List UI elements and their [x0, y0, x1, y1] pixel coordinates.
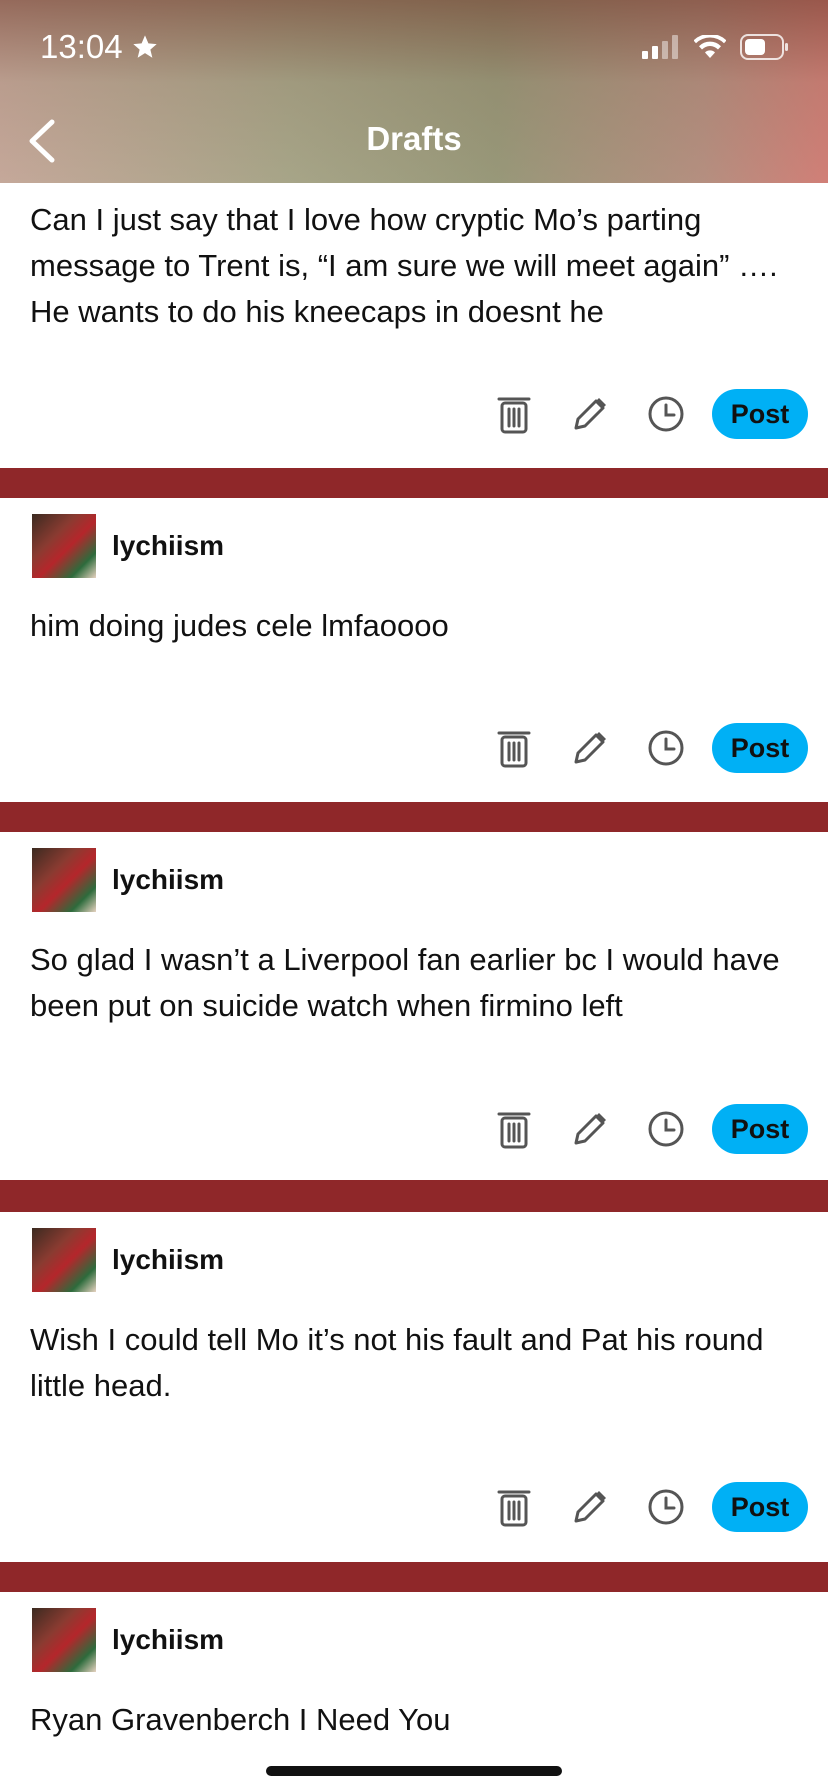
draft-text[interactable]: Can I just say that I love how cryptic M… — [30, 197, 788, 335]
avatar[interactable] — [32, 514, 96, 578]
wifi-icon — [694, 35, 726, 58]
delete-button[interactable] — [476, 388, 552, 440]
clock-icon — [648, 730, 684, 766]
nav-header: 13:04 Drafts — [0, 0, 828, 183]
pencil-icon — [574, 1113, 606, 1145]
signal-icon — [642, 35, 678, 59]
trash-icon — [497, 1112, 531, 1149]
username[interactable]: lychiism — [112, 864, 224, 896]
post-button[interactable]: Post — [712, 723, 808, 773]
draft-card: Can I just say that I love how cryptic M… — [0, 183, 828, 468]
delete-button[interactable] — [476, 722, 552, 774]
username[interactable]: lychiism — [112, 1244, 224, 1276]
avatar[interactable] — [32, 1608, 96, 1672]
clock-icon — [648, 1489, 684, 1525]
status-time-text: 13:04 — [40, 28, 123, 65]
draft-card: lychiism Wish I could tell Mo it’s not h… — [0, 1212, 828, 1562]
clock-icon — [648, 396, 684, 432]
delete-button[interactable] — [476, 1103, 552, 1155]
schedule-button[interactable] — [628, 722, 704, 774]
avatar[interactable] — [32, 848, 96, 912]
draft-text[interactable]: Ryan Gravenberch I Need You — [30, 1697, 788, 1743]
draft-actions: Post — [476, 388, 808, 440]
username[interactable]: lychiism — [112, 530, 224, 562]
trash-icon — [497, 731, 531, 768]
post-button[interactable]: Post — [712, 1104, 808, 1154]
edit-button[interactable] — [552, 1103, 628, 1155]
draft-card: lychiism Ryan Gravenberch I Need You — [0, 1592, 828, 1792]
schedule-button[interactable] — [628, 1481, 704, 1533]
pencil-icon — [574, 1491, 606, 1523]
post-button[interactable]: Post — [712, 389, 808, 439]
draft-card: lychiism him doing judes cele lmfaoooo P… — [0, 498, 828, 802]
edit-button[interactable] — [552, 722, 628, 774]
draft-actions: Post — [476, 722, 808, 774]
trash-icon — [497, 1490, 531, 1527]
page-title: Drafts — [366, 120, 462, 157]
draft-text[interactable]: So glad I wasn’t a Liverpool fan earlier… — [30, 937, 788, 1029]
status-time: 13:04 — [40, 28, 159, 66]
pencil-icon — [574, 398, 606, 430]
edit-button[interactable] — [552, 388, 628, 440]
delete-button[interactable] — [476, 1481, 552, 1533]
post-button[interactable]: Post — [712, 1482, 808, 1532]
trash-icon — [497, 397, 531, 434]
username[interactable]: lychiism — [112, 1624, 224, 1656]
battery-icon — [740, 34, 788, 60]
clock-icon — [648, 1111, 684, 1147]
draft-text[interactable]: him doing judes cele lmfaoooo — [30, 603, 788, 649]
schedule-button[interactable] — [628, 388, 704, 440]
home-indicator[interactable] — [266, 1766, 562, 1776]
draft-actions: Post — [476, 1481, 808, 1533]
avatar[interactable] — [32, 1228, 96, 1292]
schedule-button[interactable] — [628, 1103, 704, 1155]
star-icon — [132, 35, 157, 58]
draft-card: lychiism So glad I wasn’t a Liverpool fa… — [0, 832, 828, 1180]
edit-button[interactable] — [552, 1481, 628, 1533]
draft-actions: Post — [476, 1103, 808, 1155]
status-icons — [642, 34, 790, 60]
pencil-icon — [574, 732, 606, 764]
draft-text[interactable]: Wish I could tell Mo it’s not his fault … — [30, 1317, 788, 1409]
